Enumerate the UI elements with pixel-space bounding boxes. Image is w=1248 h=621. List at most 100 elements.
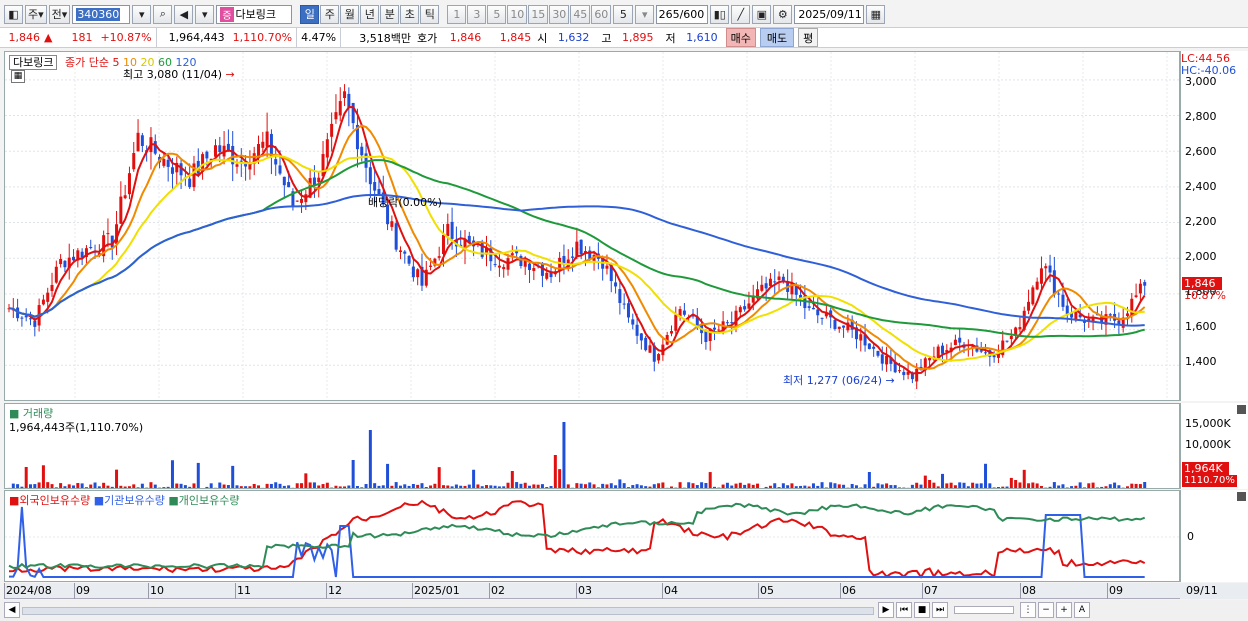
stock-tab[interactable]: 다보링크 [9, 55, 58, 70]
period-tab[interactable]: 일 [300, 4, 320, 24]
interval-button[interactable]: 15 [528, 4, 549, 24]
search-icon[interactable]: ⌕ [153, 4, 173, 24]
zoom-in-icon[interactable]: + [1056, 602, 1072, 618]
split-icon[interactable]: ⋮ [1020, 602, 1036, 618]
volume-bar [1104, 486, 1108, 488]
volume-pane[interactable]: ■ 거래량 1,964,443주(1,110.70%) [4, 403, 1180, 489]
interval-button[interactable]: 10 [507, 4, 528, 24]
period-tab[interactable]: 년 [360, 4, 380, 24]
interval-button[interactable]: 60 [591, 4, 612, 24]
date-input[interactable]: 2025/09/11 [794, 4, 865, 24]
candle-body [33, 320, 37, 327]
code-dropdown-icon[interactable]: ▾ [132, 4, 152, 24]
candle-body [859, 334, 863, 341]
high-price: 1,895 [622, 31, 654, 44]
interval-button[interactable]: 3 [467, 4, 487, 24]
count-input[interactable]: 265/600 [656, 4, 709, 24]
candle-body [545, 272, 549, 279]
period-main-select[interactable]: 주 ▾ [25, 4, 47, 24]
period-tabs: 일주월년분초틱 [300, 4, 440, 24]
first-page-icon[interactable]: ⏮ [896, 602, 912, 618]
scroll-left-icon[interactable]: ◀ [4, 602, 20, 618]
stock-name-field[interactable]: 증 다보링크 [216, 4, 293, 24]
buy-button[interactable]: 매수 [725, 28, 756, 47]
volume-bar [239, 486, 243, 488]
volume-bar [300, 483, 304, 488]
volume-bar [140, 483, 144, 488]
candle-body [493, 264, 497, 266]
candle-type-icon[interactable]: ▮▯ [710, 4, 730, 24]
price-chart[interactable] [5, 52, 1180, 401]
last-page-icon[interactable]: ⏭ [932, 602, 948, 618]
calendar-icon[interactable]: ▦ [866, 4, 886, 24]
price-chart-pane[interactable]: 다보링크 종가 단순 5 10 20 60 120 최고 3,080 (11/0… [4, 51, 1180, 401]
drawing-icon[interactable]: ╱ [731, 4, 751, 24]
candle-body [188, 178, 192, 188]
count-value: 265/600 [658, 7, 705, 21]
interval-button[interactable]: 1 [447, 4, 467, 24]
candle-body [287, 182, 291, 188]
volume-bar [274, 482, 278, 488]
holdings-pane[interactable]: ■외국인보유수량 ■기관보유수량 ■개인보유수량 [4, 490, 1180, 582]
chevron-down-icon[interactable]: ▾ [635, 4, 655, 24]
save-icon[interactable]: ▣ [752, 4, 772, 24]
high-annotation: 최고 3,080 (11/04) → [123, 66, 235, 82]
candle-body [941, 345, 945, 354]
interval-button[interactable]: 5 [487, 4, 507, 24]
date-label: 2025/01 [414, 584, 460, 597]
scroll-right-icon[interactable]: ▶ [878, 602, 894, 618]
volume-bar [1031, 482, 1035, 488]
volume-bar [708, 472, 712, 488]
volume-bar [476, 484, 480, 488]
candle-body [704, 330, 708, 342]
volume-bar [472, 469, 476, 488]
volume-bar [97, 486, 101, 488]
pane-close-icon[interactable] [1237, 492, 1246, 501]
table-icon[interactable]: ▦ [11, 70, 25, 83]
candle-body [915, 368, 919, 382]
volume-chart[interactable] [5, 404, 1180, 489]
volume-bar [463, 485, 467, 488]
date-tick [412, 583, 413, 599]
stock-code-input[interactable]: 340360 [72, 4, 131, 24]
sound-icon[interactable]: ◀ [174, 4, 194, 24]
interval-button[interactable]: 30 [549, 4, 570, 24]
evaluate-button[interactable]: 평 [798, 28, 819, 47]
stock-code-value: 340360 [76, 7, 121, 21]
chevron-down-icon[interactable]: ▾ [195, 4, 215, 24]
margin-badge: 증 [220, 6, 234, 22]
interval-select[interactable]: 5 [613, 4, 634, 24]
period-tab[interactable]: 분 [380, 4, 400, 24]
price-tick: 2,000 [1185, 250, 1217, 263]
volume-bar [897, 487, 901, 488]
stop-icon[interactable]: ■ [914, 602, 930, 618]
volume-bar [1125, 486, 1129, 488]
volume-bar [764, 486, 768, 488]
candle-body [510, 253, 514, 256]
event-annotation: 배당락(0.00%) [368, 196, 442, 209]
candle-body [1009, 335, 1013, 340]
pane-close-icon[interactable] [1237, 405, 1246, 414]
period-tab[interactable]: 월 [340, 4, 360, 24]
zoom-slider[interactable] [954, 606, 1014, 614]
volume-bar [218, 482, 222, 488]
period-tab[interactable]: 초 [400, 4, 420, 24]
arrow-right-icon: → [225, 68, 235, 81]
interval-button[interactable]: 45 [570, 4, 591, 24]
gear-icon[interactable]: ⚙ [773, 4, 793, 24]
volume-bar [626, 487, 630, 488]
volume-bar [885, 483, 889, 488]
candle-body [764, 283, 768, 289]
scroll-track[interactable] [22, 607, 874, 615]
layout-icon[interactable]: ◧ [4, 4, 23, 24]
auto-scale-icon[interactable]: A [1074, 602, 1090, 618]
candle-body [717, 329, 721, 331]
prev-button[interactable]: 전 ▾ [48, 4, 71, 24]
volume-bar [816, 485, 820, 488]
candle-body [300, 198, 304, 203]
sell-button[interactable]: 매도 [759, 28, 795, 47]
period-tab[interactable]: 주 [320, 4, 340, 24]
zoom-out-icon[interactable]: − [1038, 602, 1054, 618]
period-tab[interactable]: 틱 [420, 4, 440, 24]
candle-body [1143, 282, 1147, 286]
